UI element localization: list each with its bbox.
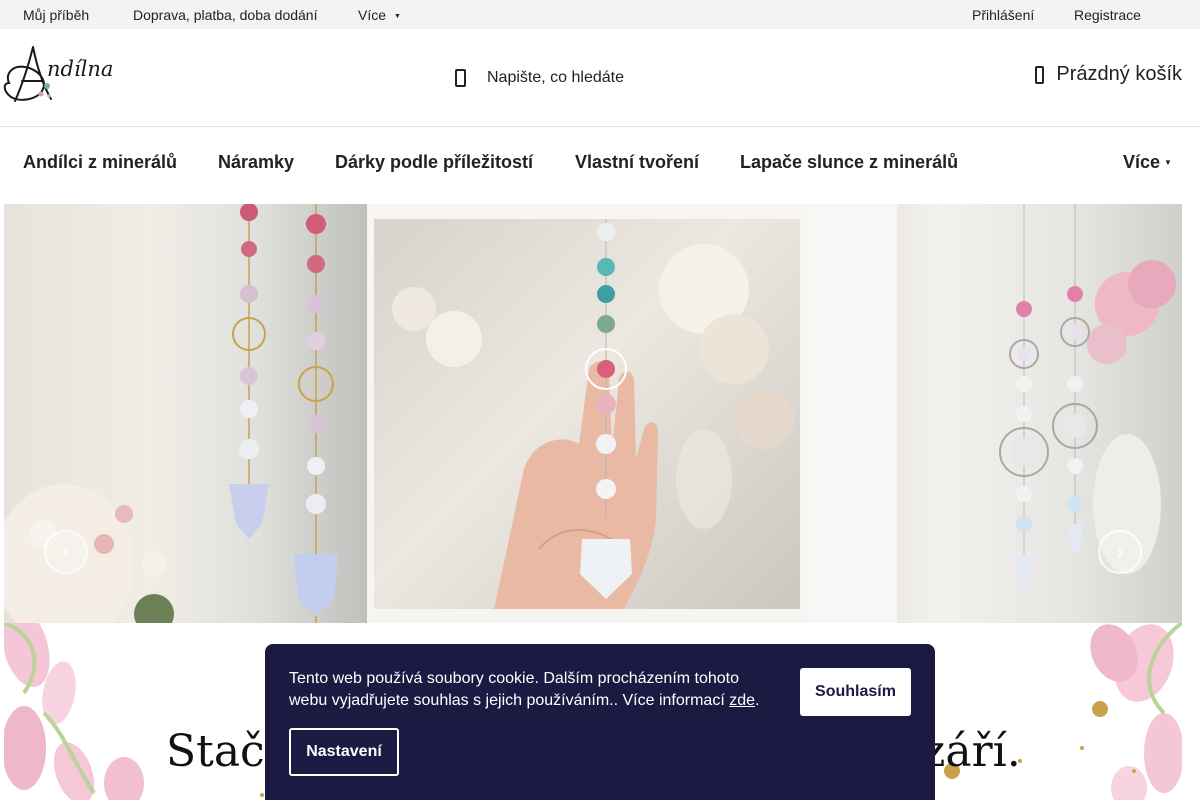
cookie-more-info-link[interactable]: zde: [729, 692, 755, 709]
nav-item-angels[interactable]: Andílci z minerálů: [23, 152, 177, 173]
login-link[interactable]: Přihlášení: [972, 7, 1034, 23]
cart-button[interactable]: Prázdný košík: [1035, 63, 1182, 86]
search-input[interactable]: Napište, co hledáte: [487, 69, 624, 87]
chevron-left-icon: ‹: [62, 541, 70, 563]
nav-item-gifts[interactable]: Dárky podle příležitostí: [335, 152, 533, 173]
cookie-settings-button[interactable]: Nastavení: [289, 728, 399, 776]
search-icon: [455, 69, 466, 87]
banner-image-hand-suncatcher: [374, 219, 800, 609]
carousel-next-button[interactable]: ›: [1098, 530, 1142, 574]
nav-item-bracelets[interactable]: Náramky: [218, 152, 294, 173]
cookie-consent-bar: Tento web používá soubory cookie. Dalším…: [265, 644, 935, 800]
chevron-down-icon: ▼: [1164, 158, 1172, 167]
topbar-more-menu[interactable]: Více ▼: [358, 7, 401, 23]
cookie-accept-button[interactable]: Souhlasím: [800, 668, 911, 716]
chevron-right-icon: ›: [1116, 541, 1124, 563]
nav-item-own-creation[interactable]: Vlastní tvoření: [575, 152, 699, 173]
nav-more-menu[interactable]: Více ▼: [1123, 152, 1172, 173]
top-utility-bar: Můj příběh Doprava, platba, doba dodání …: [0, 0, 1200, 29]
cookie-message: Tento web používá soubory cookie. Dalším…: [289, 670, 760, 709]
topbar-more-label: Více: [358, 7, 387, 23]
site-logo[interactable]: ndílna: [3, 43, 128, 107]
register-link[interactable]: Registrace: [1074, 7, 1141, 23]
main-navigation: Andílci z minerálů Náramky Dárky podle p…: [0, 127, 1200, 197]
search-bar[interactable]: Napište, co hledáte: [455, 65, 624, 91]
andilna-logo-icon: ndílna: [3, 46, 113, 102]
nav-item-suncatchers[interactable]: Lapače slunce z minerálů: [740, 152, 958, 173]
hero-carousel[interactable]: ‹ ›: [4, 204, 1182, 623]
svg-text:ndílna: ndílna: [47, 57, 113, 81]
nav-more-label: Více: [1123, 152, 1161, 172]
topbar-link-shipping[interactable]: Doprava, platba, doba dodání: [133, 7, 317, 23]
site-header: ndílna Napište, co hledáte Prázdný košík: [0, 29, 1200, 127]
topbar-link-story[interactable]: Můj příběh: [23, 7, 89, 23]
carousel-prev-button[interactable]: ‹: [44, 530, 88, 574]
cookie-text: Tento web používá soubory cookie. Dalším…: [289, 670, 740, 709]
headline-left: Stačí: [166, 726, 279, 777]
cart-label: Prázdný košík: [1056, 63, 1182, 85]
cart-icon: [1035, 65, 1045, 84]
chevron-down-icon: ▼: [394, 13, 401, 20]
